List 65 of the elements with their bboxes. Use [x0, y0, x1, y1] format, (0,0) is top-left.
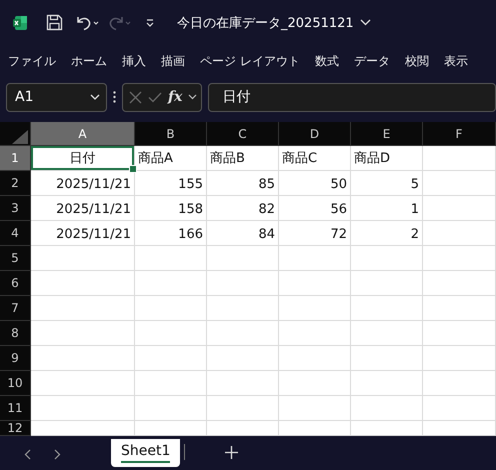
column-header[interactable]: C — [207, 122, 279, 146]
table-cell: 2025/11/21 — [31, 196, 135, 221]
table-cell: 商品D — [351, 146, 423, 171]
ribbon-tab[interactable]: ページ レイアウト — [200, 49, 300, 74]
table-cell: 商品A — [135, 146, 207, 171]
row-header[interactable]: 1 — [0, 146, 31, 171]
column-header[interactable]: D — [279, 122, 351, 146]
column-header[interactable]: A — [31, 122, 135, 146]
ribbon-tab[interactable]: 挿入 — [122, 49, 146, 74]
row-header[interactable]: 4 — [0, 221, 31, 246]
column-header[interactable]: E — [351, 122, 423, 146]
table-cell: 82 — [207, 196, 279, 221]
table-cell: 2025/11/21 — [31, 221, 135, 246]
row-header[interactable]: 5 — [0, 246, 31, 271]
ribbon-tab[interactable]: 数式 — [314, 49, 339, 74]
ribbon-tab[interactable]: 描画 — [161, 49, 185, 74]
row-header[interactable]: 8 — [0, 321, 31, 346]
formula-field[interactable]: 日付 — [208, 82, 496, 112]
ribbon-tab[interactable]: ホーム — [71, 49, 107, 74]
row-header[interactable]: 9 — [0, 346, 31, 371]
table-cell: 1 — [351, 196, 423, 221]
table-cell: 155 — [135, 171, 207, 196]
column-header[interactable]: B — [135, 122, 207, 146]
ribbon-tab[interactable]: データ — [354, 49, 390, 74]
ribbon-tab[interactable]: 表示 — [444, 49, 468, 74]
document-title: 今日の在庫データ_20251121 — [177, 14, 354, 32]
table-cell: 85 — [207, 171, 279, 196]
chevron-down-icon[interactable] — [360, 19, 371, 26]
next-sheet-icon[interactable] — [54, 448, 61, 460]
row-header[interactable]: 2 — [0, 171, 31, 196]
row-header[interactable]: 12 — [0, 421, 31, 436]
spreadsheet-app-icon — [12, 14, 28, 30]
table-cell: 50 — [279, 171, 351, 196]
table-cell: 商品B — [207, 146, 279, 171]
fill-handle[interactable] — [129, 165, 137, 173]
table-cell: 5 — [351, 171, 423, 196]
table-cell: 166 — [135, 221, 207, 246]
row-header[interactable]: 7 — [0, 296, 31, 321]
column-header[interactable]: F — [423, 122, 496, 146]
cancel-icon[interactable] — [129, 90, 142, 104]
row-header[interactable]: 6 — [0, 271, 31, 296]
name-box[interactable]: A1 — [6, 82, 107, 112]
table-cell: 158 — [135, 196, 207, 221]
row-header[interactable]: 3 — [0, 196, 31, 221]
insert-function-button[interactable]: fx — [168, 89, 182, 105]
undo-icon[interactable] — [75, 14, 100, 30]
add-sheet-icon[interactable] — [225, 446, 238, 459]
table-cell: 72 — [279, 221, 351, 246]
row-header[interactable]: 10 — [0, 371, 31, 396]
ribbon-tab[interactable]: ファイル — [8, 49, 56, 74]
table-cell: 2025/11/21 — [31, 171, 135, 196]
ribbon-tab[interactable]: 校閲 — [404, 49, 429, 74]
table-cell: 日付 — [31, 146, 135, 171]
table-cell: 2 — [351, 221, 423, 246]
chevron-down-icon[interactable] — [188, 94, 198, 100]
customize-toolbar-icon[interactable] — [145, 18, 155, 28]
check-icon[interactable] — [148, 92, 162, 102]
row-header[interactable]: 11 — [0, 396, 31, 421]
previous-sheet-icon[interactable] — [24, 448, 31, 460]
more-options-icon[interactable] — [113, 91, 116, 103]
sheet-tab[interactable]: Sheet1 — [111, 439, 180, 467]
table-cell: 84 — [207, 221, 279, 246]
save-icon[interactable] — [46, 14, 63, 31]
table-cell: 56 — [279, 196, 351, 221]
table-cell: 商品C — [279, 146, 351, 171]
